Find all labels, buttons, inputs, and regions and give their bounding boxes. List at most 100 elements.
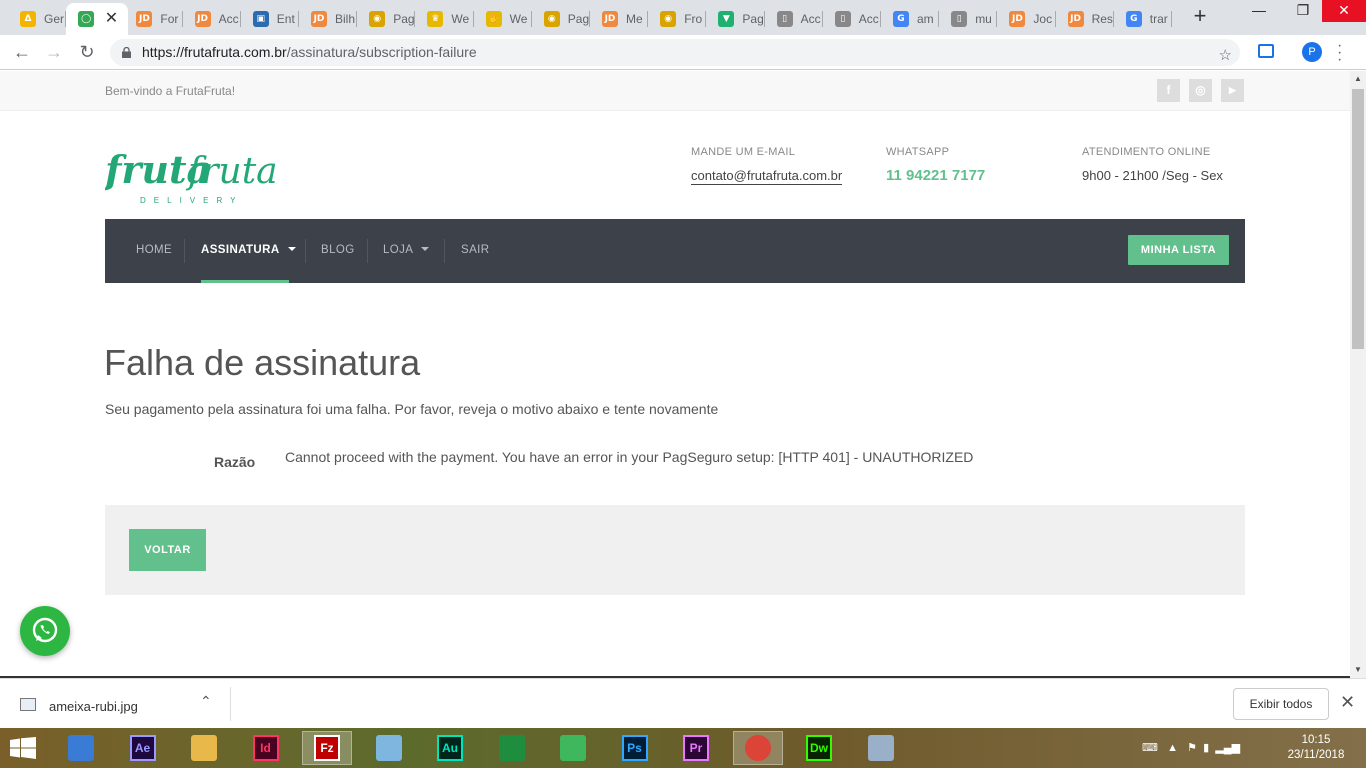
system-tray: ⌨ ▲ ⚑ ▮ ▂▄▆ xyxy=(1142,741,1240,754)
nav-blog[interactable]: BLOG xyxy=(321,219,355,283)
tab-label: Pag xyxy=(567,12,590,26)
browser-tab[interactable]: ▼ Pag xyxy=(706,3,765,35)
browser-tab[interactable]: ✋ We xyxy=(474,3,532,35)
taskbar-file-explorer[interactable] xyxy=(179,731,229,765)
show-hidden-icon[interactable]: ▲ xyxy=(1167,742,1178,754)
instagram-icon[interactable]: ◎ xyxy=(1189,79,1212,102)
taskbar-notes[interactable] xyxy=(364,731,414,765)
tab-label: mu xyxy=(975,12,992,26)
menu-dots-icon[interactable]: · · · xyxy=(1337,38,1343,68)
tab-label: Ent xyxy=(276,12,295,26)
keyboard-icon[interactable]: ⌨ xyxy=(1142,742,1158,754)
taskbar-monitor[interactable] xyxy=(856,731,906,765)
app-green-icon xyxy=(560,735,586,761)
dreamweaver-icon: Dw xyxy=(806,735,832,761)
frutafruta-logo[interactable]: fruta fruta DELIVERY xyxy=(102,143,278,207)
youtube-icon[interactable]: ▶ xyxy=(1221,79,1244,102)
taskbar-app-2r[interactable] xyxy=(56,731,106,765)
bookmark-star-icon[interactable]: ☆ xyxy=(1219,42,1232,69)
browser-tab[interactable]: ▯ Acc xyxy=(823,3,881,35)
taskbar-after-effects[interactable]: Ae xyxy=(118,731,168,765)
scrollbar-thumb[interactable] xyxy=(1352,89,1364,349)
tab-label: Joc xyxy=(1033,12,1053,26)
taskbar-indesign[interactable]: Id xyxy=(241,731,291,765)
whatsapp-number[interactable]: 11 94221 7177 xyxy=(886,167,985,184)
tab-label: Fro xyxy=(684,12,703,26)
taskbar-chrome[interactable] xyxy=(732,731,783,765)
chevron-up-icon[interactable]: ⌃ xyxy=(200,693,212,710)
browser-tab[interactable]: ◉ Pag xyxy=(532,3,590,35)
logo-word-2: fruta xyxy=(185,151,275,192)
taskbar-premiere[interactable]: Pr xyxy=(671,731,721,765)
taskbar-photoshop[interactable]: Ps xyxy=(610,731,660,765)
close-icon[interactable]: ✕ xyxy=(1340,692,1355,713)
browser-tab[interactable]: JD Joc xyxy=(997,3,1056,35)
voltar-button[interactable]: VOLTAR xyxy=(129,529,206,571)
extension-icon[interactable] xyxy=(1258,44,1274,58)
tab-label: Pag xyxy=(393,12,415,26)
browser-tab[interactable]: JD Me xyxy=(590,3,649,35)
whatsapp-float-button[interactable] xyxy=(20,606,70,656)
tab-label: Res xyxy=(1091,12,1113,26)
new-tab-button[interactable]: + xyxy=(1188,5,1212,29)
minha-lista-button[interactable]: MINHA LISTA xyxy=(1128,235,1229,265)
profile-avatar[interactable]: P xyxy=(1302,42,1322,62)
reload-icon[interactable]: ↻ xyxy=(75,41,99,65)
tab-favicon-icon: ▣ xyxy=(252,11,269,27)
nav-loja[interactable]: LOJA xyxy=(383,219,430,283)
premiere-icon: Pr xyxy=(683,735,709,761)
tab-favicon-icon: ◉ xyxy=(369,11,386,27)
back-arrow-icon[interactable]: ← xyxy=(10,41,34,65)
browser-tab[interactable]: ▯ mu xyxy=(939,3,998,35)
browser-tab[interactable]: JD Res xyxy=(1056,3,1114,35)
forward-arrow-icon[interactable]: → xyxy=(42,41,66,65)
browser-tab[interactable]: JD Bilh xyxy=(299,3,358,35)
actions-panel: VOLTAR xyxy=(105,505,1245,595)
browser-tab[interactable]: JD Acc xyxy=(183,3,241,35)
minimize-button[interactable]: — xyxy=(1244,0,1274,22)
close-window-button[interactable]: ✕ xyxy=(1322,0,1366,22)
windows-start-icon[interactable] xyxy=(10,737,36,759)
tab-favicon-icon: Δ xyxy=(20,11,36,27)
download-item[interactable]: ameixa-rubi.jpg xyxy=(49,699,138,714)
nav-home[interactable]: HOME xyxy=(136,219,172,283)
network-icon[interactable]: ▂▄▆ xyxy=(1215,742,1240,754)
page-scrollbar[interactable]: ▲ ▼ xyxy=(1350,71,1366,678)
taskbar-filezilla[interactable]: Fz xyxy=(302,731,352,765)
browser-tab[interactable]: JD For xyxy=(124,3,183,35)
tab-favicon-icon: JD xyxy=(194,11,211,27)
taskbar-audition[interactable]: Au xyxy=(425,731,475,765)
power-icon[interactable]: ▮ xyxy=(1203,742,1209,754)
clock-date: 23/11/2018 xyxy=(1287,749,1345,761)
scroll-down-arrow-icon[interactable]: ▼ xyxy=(1350,665,1366,674)
flag-icon[interactable]: ⚑ xyxy=(1187,742,1197,754)
tab-close-icon[interactable]: ✕ xyxy=(105,11,118,27)
browser-tab[interactable]: ◉ Pag xyxy=(357,3,416,35)
email-link[interactable]: contato@frutafruta.com.br xyxy=(691,168,843,185)
system-clock[interactable]: 10:15 23/11/2018 xyxy=(1282,733,1350,763)
tab-label: Acc xyxy=(858,12,879,26)
facebook-icon[interactable]: f xyxy=(1157,79,1180,102)
show-all-downloads-button[interactable]: Exibir todos xyxy=(1233,688,1329,720)
contact-email: MANDE UM E-MAIL contato@frutafruta.com.b… xyxy=(691,146,843,185)
browser-tab[interactable]: ▣ Ent xyxy=(241,3,299,35)
taskbar-dreamweaver[interactable]: Dw xyxy=(794,731,844,765)
browser-tab[interactable]: ◉ Fro xyxy=(648,3,707,35)
browser-tab[interactable]: ▯ Acc xyxy=(765,3,823,35)
lock-icon xyxy=(122,47,131,58)
maximize-button[interactable]: ❐ xyxy=(1288,0,1318,22)
browser-tab[interactable]: Gtrar xyxy=(1114,3,1172,35)
taskbar-app-green[interactable] xyxy=(548,731,598,765)
taskbar-calculator[interactable] xyxy=(487,731,537,765)
browser-tab[interactable]: Gam xyxy=(881,3,940,35)
tab-favicon-icon: ▯ xyxy=(834,11,851,27)
browser-tab[interactable]: ♛ We xyxy=(415,3,474,35)
nav-assinatura[interactable]: ASSINATURA xyxy=(201,219,296,283)
contact-label: MANDE UM E-MAIL xyxy=(691,146,796,158)
browser-tab[interactable]: Δ Ger xyxy=(8,3,67,35)
scroll-up-arrow-icon[interactable]: ▲ xyxy=(1350,74,1366,83)
nav-sair[interactable]: SAIR xyxy=(461,219,489,283)
address-bar[interactable]: https://frutafruta.com.br/assinatura/sub… xyxy=(110,39,1240,66)
browser-tab[interactable]: ◯ ✕ xyxy=(66,3,129,35)
audition-icon: Au xyxy=(437,735,463,761)
